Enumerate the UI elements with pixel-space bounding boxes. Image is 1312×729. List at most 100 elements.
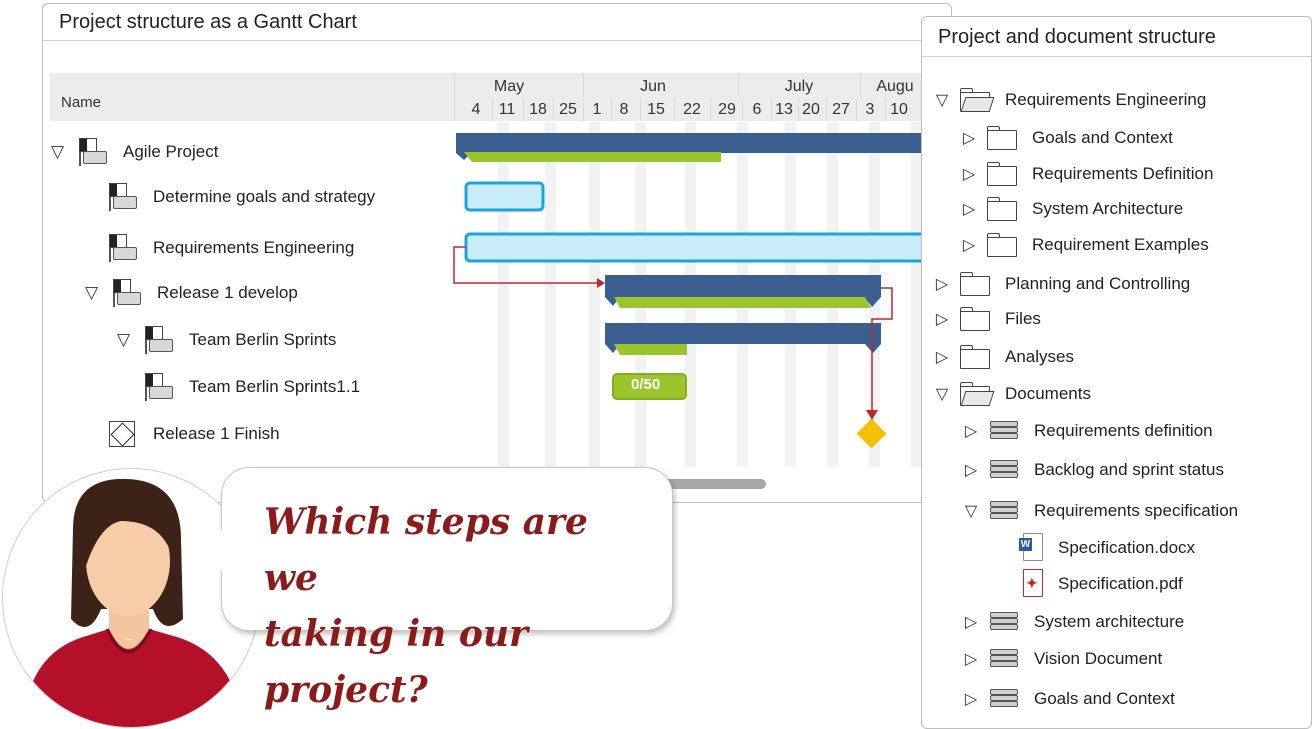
tree-item[interactable]: ▷ Goals and Context (961, 685, 1175, 713)
task-label: Requirements Engineering (153, 238, 355, 257)
collapsed-triangle-icon[interactable]: ▷ (959, 164, 979, 184)
tree-item[interactable]: ▷ Planning and Controlling (932, 270, 1190, 298)
tree-item[interactable]: ▷ Analyses (932, 343, 1074, 371)
document-stack-icon (989, 458, 1020, 482)
pdf-file-icon: ✦ (1020, 569, 1044, 599)
document-stack-icon (989, 499, 1020, 523)
tree-item-label: Files (1005, 309, 1041, 328)
tree-item-label: Planning and Controlling (1005, 274, 1191, 293)
task-icon (113, 279, 141, 307)
tree-item[interactable]: ▷ System Architecture (959, 195, 1183, 223)
folder-icon (960, 307, 991, 331)
dependency-arrowhead (597, 278, 605, 288)
expanded-triangle-icon[interactable]: ▽ (961, 501, 981, 521)
task-label: Determine goals and strategy (153, 187, 376, 206)
tree-item-label: Requirement Examples (1032, 235, 1209, 254)
tree-item-label: Specification.pdf (1058, 574, 1183, 593)
tree-item-label: Goals and Context (1032, 128, 1173, 147)
task-icon (145, 373, 173, 401)
task-label: Team Berlin Sprints (189, 330, 337, 349)
tree-item[interactable]: ▷ System architecture (961, 608, 1184, 636)
task-icon (145, 326, 173, 354)
expanded-triangle-icon[interactable]: ▽ (932, 90, 952, 110)
speech-line-1: Which steps are we (264, 501, 588, 599)
collapsed-triangle-icon[interactable]: ▷ (961, 460, 981, 480)
task-row[interactable]: Release 1 Finish (81, 417, 280, 451)
word-file-icon: W (1019, 533, 1044, 563)
tree-item[interactable]: ▷ Requirements definition (961, 417, 1213, 445)
task-row[interactable]: Requirements Engineering (81, 231, 354, 265)
task-label: Release 1 develop (157, 283, 298, 302)
document-stack-icon (989, 687, 1020, 711)
speech-line-2: taking in our project? (264, 613, 528, 711)
task-icon (79, 138, 107, 166)
tree-item-label: Requirements Engineering (1005, 90, 1207, 109)
collapsed-triangle-icon[interactable]: ▷ (959, 128, 979, 148)
task-row[interactable]: ▽ Agile Project (51, 135, 218, 169)
tree-item-label: Backlog and sprint status (1034, 460, 1224, 479)
collapsed-triangle-icon[interactable]: ▷ (932, 347, 952, 367)
tree-item-label: Requirements Definition (1032, 164, 1214, 183)
tree-item-label: Documents (1005, 384, 1091, 403)
dependency-arrow (871, 287, 893, 414)
collapsed-triangle-icon[interactable]: ▷ (961, 421, 981, 441)
task-bar[interactable] (464, 181, 545, 212)
task-label: Team Berlin Sprints1.1 (189, 377, 361, 396)
collapse-triangle-icon[interactable]: ▽ (85, 283, 105, 303)
tree-item[interactable]: ▽ Requirements Engineering (932, 86, 1206, 114)
tree-item[interactable]: ▷ Requirement Examples (959, 231, 1209, 259)
tree-item[interactable]: ▷ Goals and Context (959, 124, 1173, 152)
folder-icon (987, 126, 1018, 150)
progress-bar[interactable] (614, 297, 871, 308)
folder-icon (987, 162, 1018, 186)
collapsed-triangle-icon[interactable]: ▷ (959, 235, 979, 255)
collapsed-triangle-icon[interactable]: ▷ (961, 689, 981, 709)
expanded-triangle-icon[interactable]: ▽ (932, 384, 952, 404)
folder-icon (987, 197, 1018, 221)
task-row[interactable]: Team Berlin Sprints1.1 (117, 370, 360, 404)
task-bar[interactable] (464, 232, 951, 263)
task-row[interactable]: ▽ Release 1 develop (85, 276, 298, 310)
milestone-icon (109, 421, 135, 447)
tree-item-label: Requirements specification (1034, 501, 1239, 520)
folder-open-icon (960, 88, 995, 112)
milestone-diamond[interactable] (856, 418, 887, 449)
title-divider (922, 56, 1311, 57)
sprint-progress-label: 0/50 (631, 376, 661, 393)
collapsed-triangle-icon[interactable]: ▷ (959, 199, 979, 219)
document-stack-icon (989, 419, 1020, 443)
collapsed-triangle-icon[interactable]: ▷ (932, 274, 952, 294)
tree-item[interactable]: ▷ Backlog and sprint status (961, 456, 1224, 484)
tree-item[interactable]: ✦ Specification.pdf (1020, 569, 1183, 599)
speech-text: Which steps are we taking in our project… (264, 494, 654, 718)
folder-icon (987, 233, 1018, 257)
collapsed-triangle-icon[interactable]: ▷ (932, 309, 952, 329)
collapsed-triangle-icon[interactable]: ▷ (961, 612, 981, 632)
task-row[interactable]: ▽ Team Berlin Sprints (117, 323, 336, 357)
collapse-triangle-icon[interactable]: ▽ (117, 330, 137, 350)
task-row[interactable]: Determine goals and strategy (81, 180, 375, 214)
document-stack-icon (989, 610, 1020, 634)
tree-item[interactable]: ▽ Documents (932, 380, 1091, 408)
structure-panel: Project and document structure ▽ Requirem… (921, 16, 1312, 729)
tree-item-label: Goals and Context (1034, 689, 1175, 708)
tree-item[interactable]: ▷ Requirements Definition (959, 160, 1213, 188)
speech-bubble: Which steps are we taking in our project… (198, 467, 673, 711)
tree-item-label: System Architecture (1032, 199, 1184, 218)
progress-bar[interactable] (464, 152, 721, 162)
collapsed-triangle-icon[interactable]: ▷ (961, 649, 981, 669)
progress-bar[interactable] (614, 344, 687, 355)
task-icon (109, 183, 137, 211)
tree-item-label: Requirements definition (1034, 421, 1213, 440)
tree-item[interactable]: ▷ Vision Document (961, 645, 1162, 673)
tree-item-label: Vision Document (1034, 649, 1163, 668)
tree-item[interactable]: ▽ Requirements specification (961, 497, 1238, 525)
tree-item-label: System architecture (1034, 612, 1185, 631)
dependency-arrowhead (866, 410, 878, 420)
collapse-triangle-icon[interactable]: ▽ (51, 142, 71, 162)
tree-item[interactable]: W Specification.docx (1019, 533, 1195, 563)
document-stack-icon (989, 647, 1020, 671)
horizontal-scrollbar[interactable] (663, 479, 766, 489)
tree-item[interactable]: ▷ Files (932, 305, 1041, 333)
gantt-panel: Project structure as a Gantt Chart Name … (42, 3, 952, 503)
